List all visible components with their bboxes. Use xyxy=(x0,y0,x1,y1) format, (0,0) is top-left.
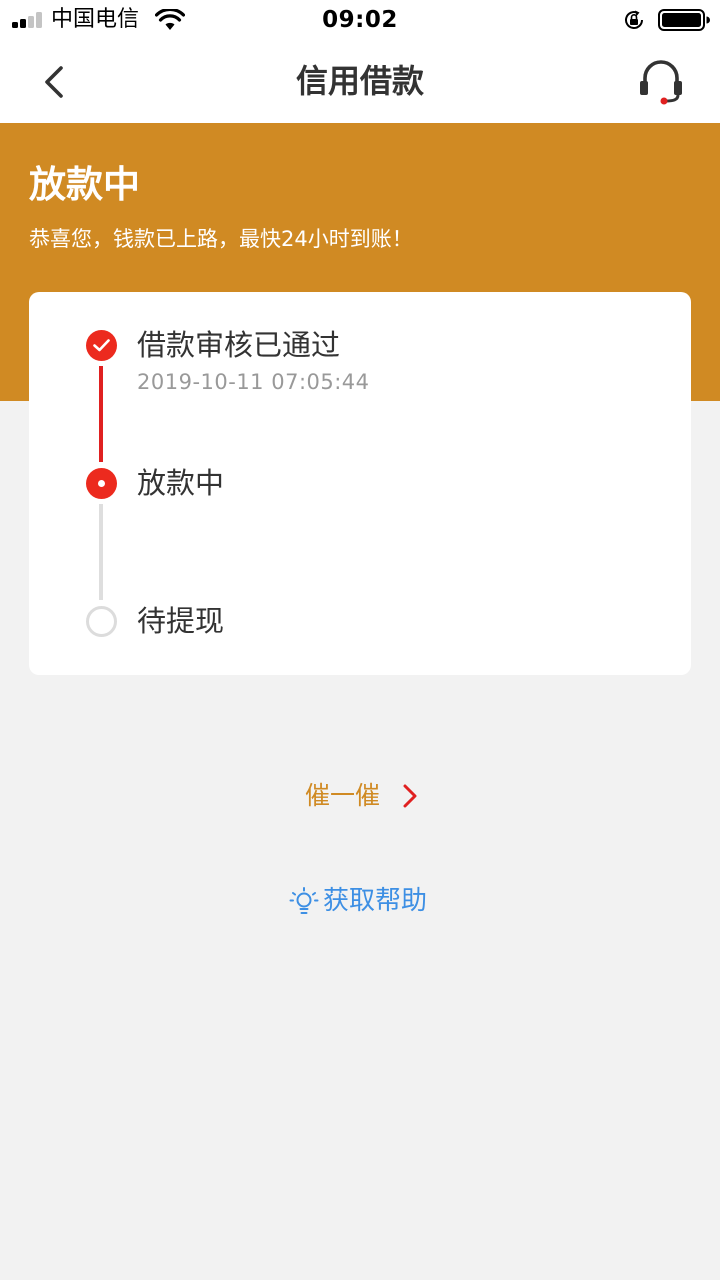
step-review-time: 2019-10-11 07:05:44 xyxy=(137,370,370,394)
chevron-left-icon xyxy=(45,66,63,98)
status-bar: 中国电信 09:02 xyxy=(0,0,720,40)
get-help-label: 获取帮助 xyxy=(323,886,428,916)
loan-status-subtitle: 恭喜您，钱款已上路，最快24小时到账！ xyxy=(29,227,413,251)
back-button[interactable] xyxy=(28,56,80,108)
progress-line-pending xyxy=(99,504,103,600)
step-current-icon xyxy=(86,468,117,499)
screen: 中国电信 09:02 信用借款 放款中 恭喜您，钱款已上路，最快24小时到账！ … xyxy=(0,0,720,1280)
check-icon xyxy=(93,339,110,352)
urge-label: 催一催 xyxy=(305,781,381,810)
status-time: 09:02 xyxy=(322,7,398,33)
customer-service-button[interactable] xyxy=(630,54,692,112)
page-title: 信用借款 xyxy=(295,62,424,100)
lightbulb-icon xyxy=(289,887,319,914)
progress-card: 借款审核已通过 2019-10-11 07:05:44 放款中 待提现 xyxy=(29,292,691,675)
urge-button[interactable]: 催一催 xyxy=(305,778,417,814)
step-pending-icon xyxy=(86,606,117,637)
step-awaiting-withdrawal: 待提现 xyxy=(137,604,225,638)
step-done-icon xyxy=(86,330,117,361)
nav-bar: 信用借款 xyxy=(0,40,720,123)
loan-status-title: 放款中 xyxy=(29,163,140,206)
chevron-right-icon xyxy=(403,784,417,808)
progress-line-completed xyxy=(99,366,103,462)
step-review-passed: 借款审核已通过 xyxy=(137,328,341,362)
battery-icon xyxy=(658,9,710,31)
step-disbursing: 放款中 xyxy=(137,466,225,500)
rotation-lock-icon xyxy=(625,10,643,29)
headset-icon xyxy=(640,60,682,105)
